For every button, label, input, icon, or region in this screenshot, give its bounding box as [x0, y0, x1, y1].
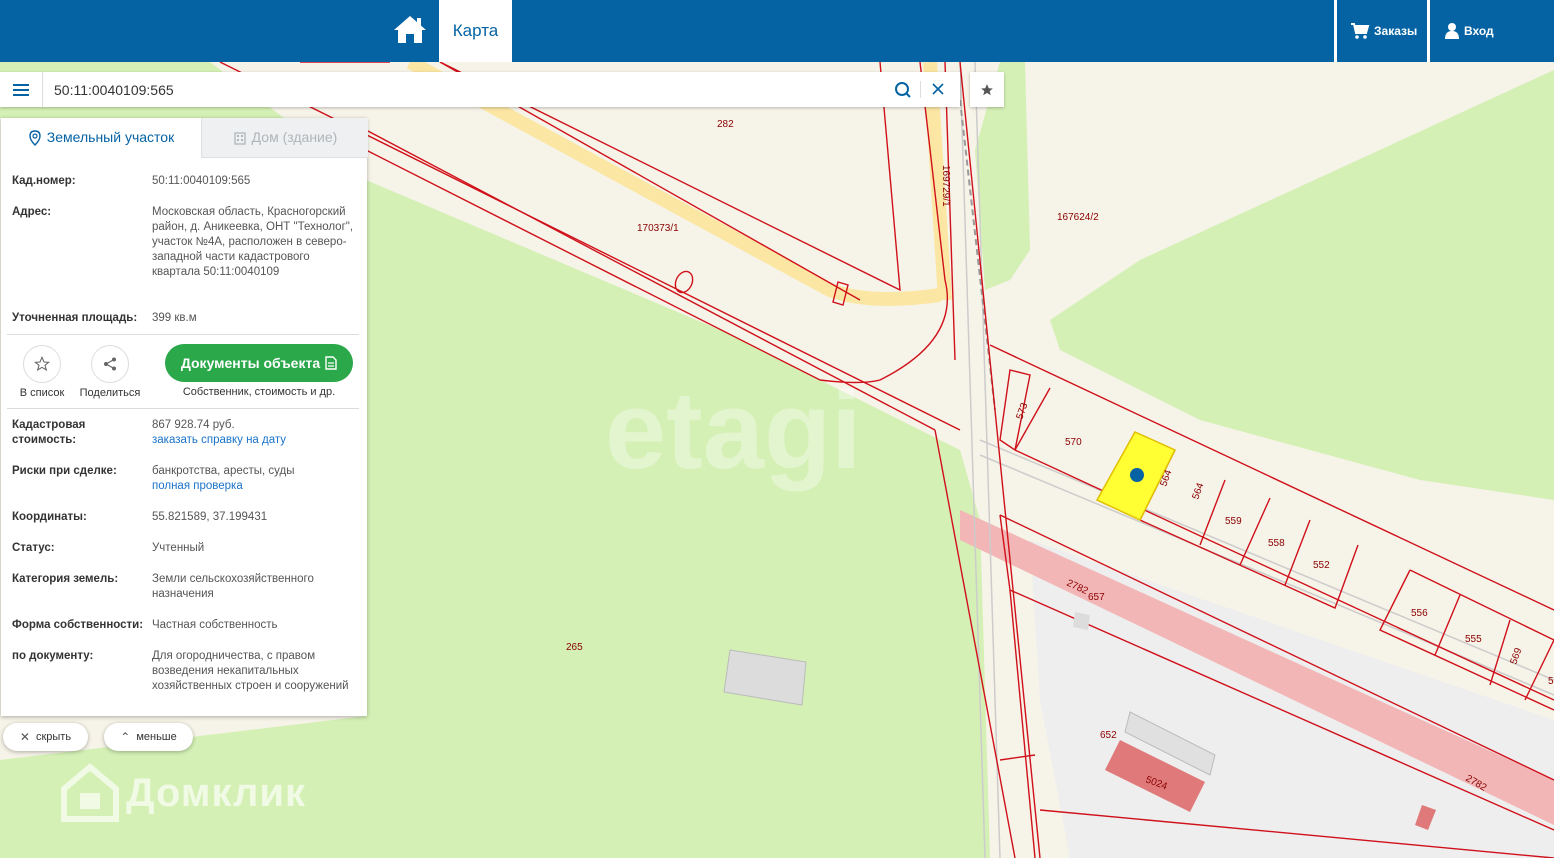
divider	[7, 334, 359, 335]
field-value: 55.821589, 37.199431	[152, 511, 268, 523]
share-icon	[104, 357, 116, 371]
field-label: Адрес:	[12, 206, 52, 218]
map-label: 652	[1100, 730, 1117, 741]
cad-cost-value: 867 928.74 руб.	[152, 419, 235, 431]
share-label: Поделиться	[79, 387, 141, 399]
divider	[7, 408, 359, 409]
hide-label: скрыть	[35, 731, 72, 743]
search-input[interactable]	[54, 72, 874, 107]
share-button[interactable]	[91, 345, 129, 383]
top-navigation-bar: Карта Заказы Вход	[0, 0, 1554, 62]
field-label: Уточненная площадь:	[12, 312, 138, 324]
map-label: 169729/1	[940, 165, 951, 207]
map-label: 556	[1411, 608, 1428, 619]
docs-subtitle: Собственник, стоимость и др.	[182, 386, 336, 398]
tab-building[interactable]: Дом (здание)	[201, 118, 368, 158]
search-icon[interactable]	[893, 80, 913, 100]
divider	[1334, 0, 1337, 62]
less-label: меньше	[136, 731, 177, 743]
map-label: 558	[1268, 538, 1285, 549]
home-button[interactable]	[388, 10, 432, 50]
divider	[920, 81, 921, 98]
field-value: банкротства, аресты, суды полная проверк…	[152, 464, 357, 494]
map-label: 657	[1088, 592, 1105, 603]
favorites-button[interactable]	[970, 72, 1004, 107]
full-check-link[interactable]: полная проверка	[152, 479, 357, 494]
field-label: Кад.номер:	[12, 175, 76, 187]
tab-building-label: Дом (здание)	[251, 129, 338, 145]
map-label: 167624/2	[1057, 212, 1099, 223]
cad-number-link[interactable]: 50:11:0040109:565	[152, 174, 357, 189]
map-label: 559	[1225, 516, 1242, 527]
close-icon[interactable]	[930, 81, 946, 97]
map-label: 265	[566, 642, 583, 653]
add-to-list-label: В список	[19, 387, 65, 399]
divider	[1427, 0, 1430, 62]
field-label: Кадастровая стоимость:	[12, 419, 86, 446]
tab-land-plot-label: Земельный участок	[46, 129, 175, 145]
field-label: Статус:	[12, 542, 55, 554]
map-label: 170373/1	[637, 223, 679, 234]
login-label: Вход	[1464, 24, 1494, 38]
domclick-watermark-text: Домклик	[126, 770, 307, 815]
map-pin-icon	[29, 129, 41, 146]
field-value: Учтенный	[152, 542, 205, 554]
chevron-up-icon: ⌃	[120, 730, 131, 744]
star-icon	[981, 83, 993, 95]
domclick-logo-icon	[61, 763, 119, 822]
field-label: Форма собственности:	[12, 619, 144, 631]
search-bar	[0, 72, 960, 107]
map-label: 5	[1548, 676, 1554, 687]
map-label: 552	[1313, 560, 1330, 571]
home-icon	[394, 16, 426, 43]
field-value: 867 928.74 руб. заказать справку на дату	[152, 418, 357, 448]
orders-label: Заказы	[1374, 24, 1418, 38]
star-outline-icon	[34, 356, 50, 372]
docs-button-label: Документы объекта	[180, 355, 321, 371]
domclick-watermark: Домклик	[60, 760, 360, 826]
add-to-list-button[interactable]	[23, 345, 61, 383]
menu-button[interactable]	[0, 72, 43, 107]
field-value: Частная собственность	[152, 619, 278, 631]
order-certificate-link[interactable]: заказать справку на дату	[152, 433, 357, 448]
tab-land-plot[interactable]: Земельный участок	[1, 118, 201, 157]
field-label: по документу:	[12, 650, 94, 662]
object-documents-button[interactable]: Документы объекта	[165, 344, 353, 382]
field-value: Земли сельскохозяйственного назначения	[152, 573, 314, 600]
map-label: 570	[1065, 437, 1082, 448]
login-button[interactable]: Вход	[1444, 0, 1494, 62]
document-icon	[325, 356, 337, 370]
building-icon	[234, 131, 246, 145]
field-label: Категория земель:	[12, 573, 119, 585]
collapse-panel-button[interactable]: ⌃ меньше	[104, 723, 193, 751]
field-label: Координаты:	[12, 511, 87, 523]
user-icon	[1445, 23, 1459, 39]
map-label: 282	[717, 119, 734, 130]
tab-map[interactable]: Карта	[439, 0, 512, 62]
object-info-panel: Земельный участок Дом (здание) Кад.номер…	[1, 118, 368, 716]
hide-panel-button[interactable]: ✕ скрыть	[3, 723, 88, 751]
field-value: Для огородничества, с правом возведения …	[152, 650, 349, 692]
cart-icon	[1351, 23, 1370, 39]
field-value: Московская область, Красногорский район,…	[152, 206, 354, 278]
map-label: 555	[1465, 634, 1482, 645]
orders-button[interactable]: Заказы	[1350, 0, 1417, 62]
close-icon: ✕	[19, 730, 30, 744]
field-label: Риски при сделке:	[12, 465, 117, 477]
field-value: 399 кв.м	[152, 312, 197, 324]
hamburger-icon	[13, 83, 29, 96]
etagi-watermark: etagi	[605, 369, 862, 492]
risks-value: банкротства, аресты, суды	[152, 465, 295, 477]
